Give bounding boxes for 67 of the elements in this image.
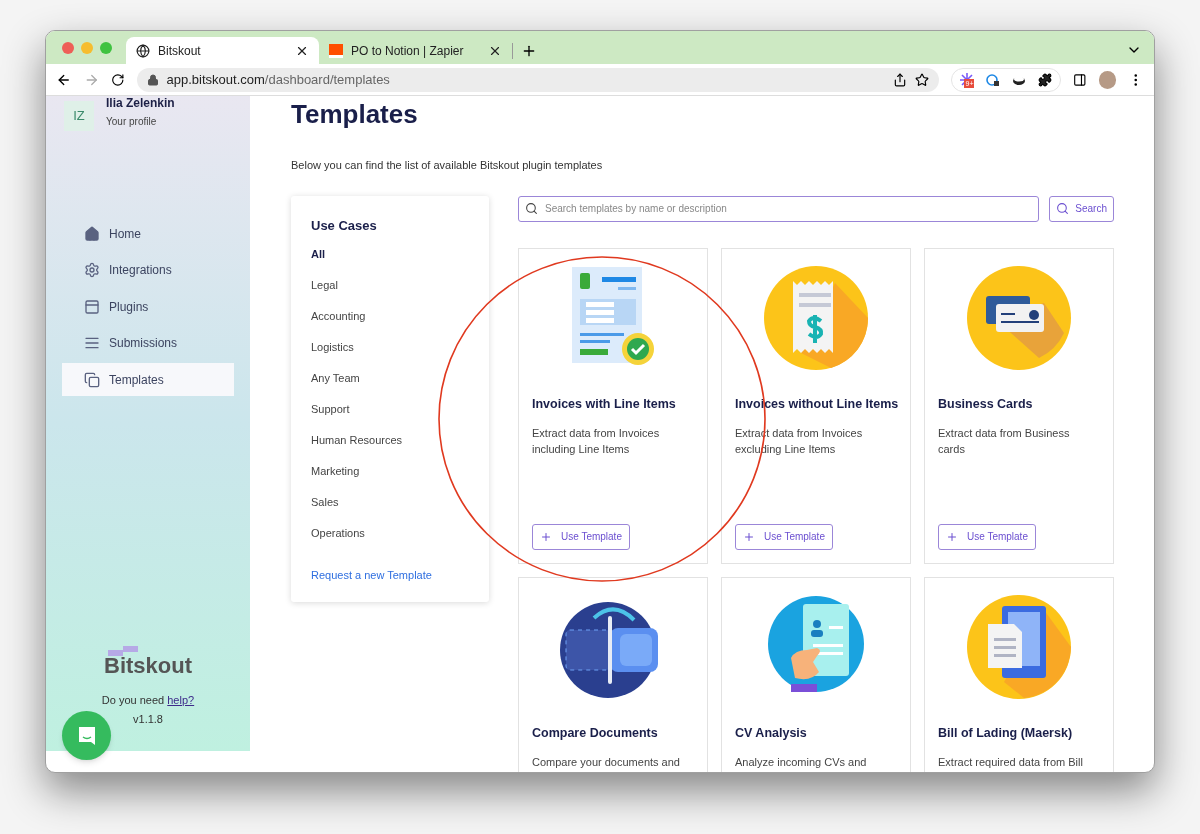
template-title: Compare Documents <box>532 724 659 742</box>
puzzle-icon[interactable] <box>1038 72 1053 87</box>
browser-tab[interactable]: Bitskout <box>126 37 319 64</box>
use-case-item[interactable]: All <box>311 247 469 278</box>
tab-title: PO to Notion | Zapier <box>351 42 465 60</box>
avatar[interactable] <box>1099 70 1117 89</box>
use-case-item[interactable]: Human Resources <box>311 433 469 464</box>
template-description: Extract data from Invoices including Line Items <box>532 426 661 458</box>
page-title: Templates <box>291 98 419 130</box>
page-subtitle: Below you can find the list of available Bitskout plugin templates <box>291 158 604 173</box>
use-case-item[interactable]: Sales <box>311 495 469 526</box>
use-template-button[interactable]: Use Template <box>938 523 1036 550</box>
panel-title: Use Cases <box>311 216 378 235</box>
use-template-button[interactable]: Use Template <box>735 523 833 550</box>
tab-title: Bitskout <box>158 42 202 60</box>
plus-icon <box>743 530 755 543</box>
brand-logo: Bitskout <box>104 646 192 678</box>
template-title: Business Cards <box>938 395 1034 413</box>
template-description: Compare your documents and <box>532 755 681 771</box>
address-bar[interactable]: app.bitskout.com/dashboard/templates <box>136 67 940 92</box>
nav-item[interactable]: Templates <box>62 363 234 397</box>
template-title: CV Analysis <box>735 724 808 742</box>
profile-link[interactable]: Your profile <box>106 114 175 129</box>
plus-icon <box>540 530 552 543</box>
globe-icon <box>136 43 150 58</box>
plus-icon <box>946 530 958 543</box>
url-text: app.bitskout.com/dashboard/templates <box>166 70 391 89</box>
profile-avatar[interactable]: IZ <box>64 101 94 131</box>
copy-icon <box>84 371 100 388</box>
window-icon <box>84 298 100 315</box>
nav-item[interactable]: Integrations <box>62 253 234 287</box>
home-icon <box>84 225 100 242</box>
use-case-item[interactable]: Legal <box>311 278 469 309</box>
search-icon <box>1056 202 1070 215</box>
nav-item[interactable]: Submissions <box>62 326 234 360</box>
version-text: v1.1.8 <box>133 711 163 727</box>
help-link[interactable]: help? <box>167 694 195 706</box>
share-icon[interactable] <box>893 72 908 87</box>
use-case-item[interactable]: Marketing <box>311 464 469 495</box>
request-template-link[interactable]: Request a new Template <box>311 567 469 584</box>
bookmark-star-icon[interactable] <box>915 72 930 87</box>
template-description: Extract data from Business cards <box>938 426 1071 458</box>
side-panel-icon[interactable] <box>1073 72 1088 87</box>
browser-tab[interactable]: PO to Notion | Zapier <box>319 37 512 64</box>
search-icon <box>525 201 538 215</box>
use-case-item[interactable]: Operations <box>311 526 469 557</box>
template-title: Bill of Lading (Maersk) <box>938 724 1074 742</box>
nav-item[interactable]: Plugins <box>62 290 234 324</box>
search-field[interactable]: Search templates by name or description <box>518 195 1040 222</box>
search-button[interactable]: Search <box>1049 195 1114 222</box>
profile-name[interactable]: Ilia Zelenkin <box>106 96 175 110</box>
use-case-item[interactable]: Support <box>311 402 469 433</box>
lock-icon <box>146 73 159 86</box>
help-text: Do you need help? <box>101 693 195 708</box>
template-description: Analyze incoming CVs and <box>735 755 868 771</box>
sparkle-icon[interactable] <box>960 72 975 87</box>
use-template-button[interactable]: Use Template <box>532 523 630 550</box>
use-case-item[interactable]: Accounting <box>311 309 469 340</box>
clock-lock-icon[interactable] <box>986 72 1001 87</box>
gear-icon <box>84 262 100 279</box>
use-case-item[interactable]: Any Team <box>311 371 469 402</box>
use-case-item[interactable]: Logistics <box>311 340 469 371</box>
template-description: Extract required data from Bill <box>938 755 1084 771</box>
reload-icon[interactable] <box>111 72 125 87</box>
template-title: Invoices with Line Items <box>532 395 677 413</box>
nav-item[interactable]: Home <box>62 217 234 250</box>
site-icon <box>329 43 343 58</box>
